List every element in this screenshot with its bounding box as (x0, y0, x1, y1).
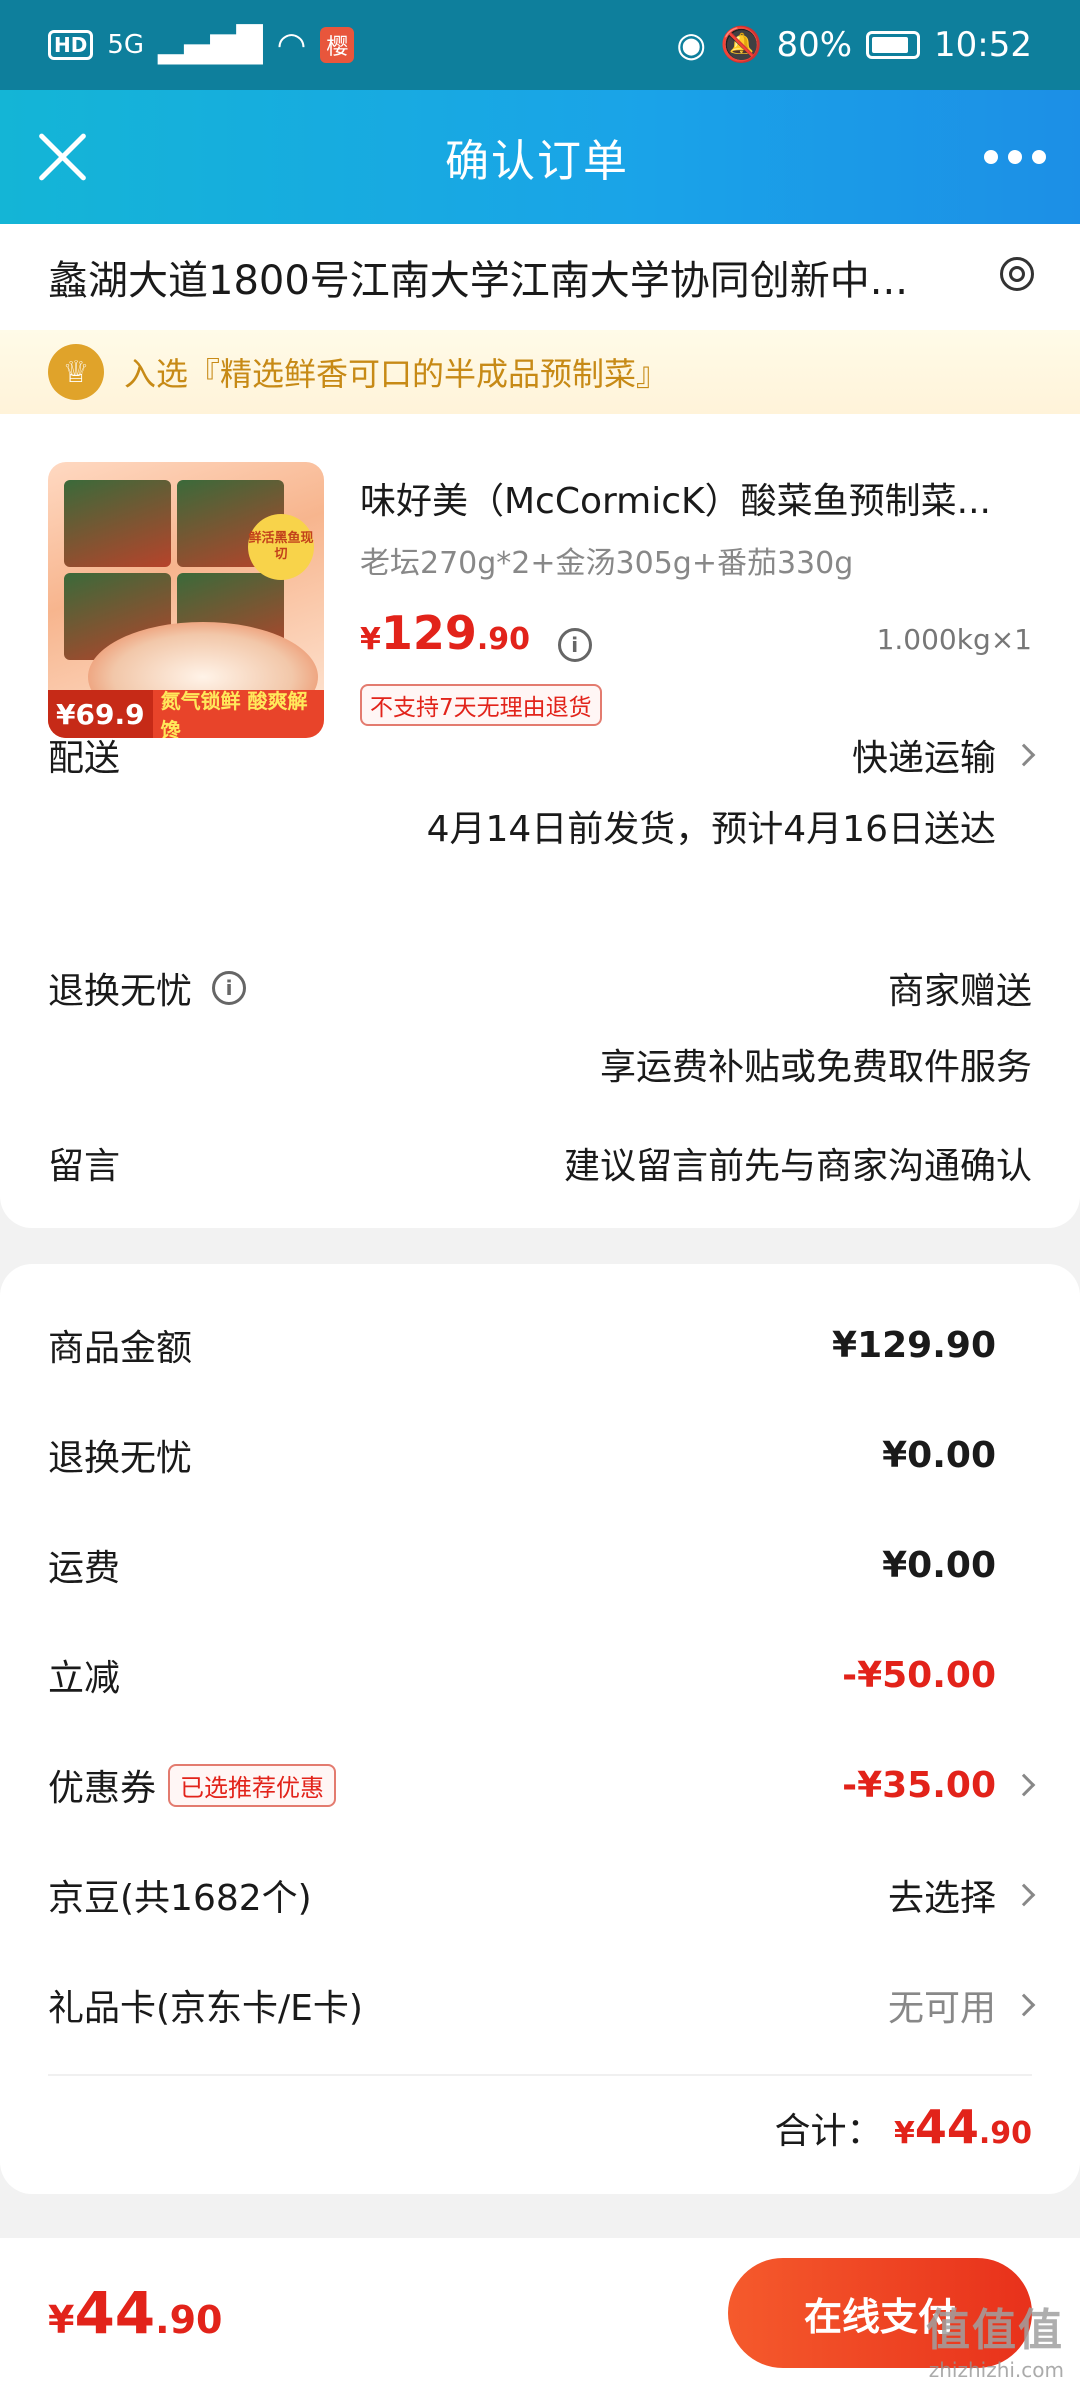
price-info-icon[interactable]: i (557, 627, 592, 662)
coupon-badge: 已选推荐优惠 (168, 1763, 337, 1807)
chevron-right-icon (1012, 1773, 1036, 1797)
jd-beans-row[interactable]: 京豆(共1682个) 去选择 (0, 1840, 1080, 1950)
network-indicator: 5G (107, 30, 145, 60)
shipping-label: 运费 (48, 1548, 121, 1589)
chevron-right-icon (1012, 743, 1036, 767)
worry-free-row[interactable]: 退换无忧 i 商家赠送 (0, 938, 1080, 1038)
worry-free-fee-row: 退换无忧 ¥0.00 (0, 1400, 1080, 1510)
worry-free-info-icon[interactable]: i (212, 971, 247, 1005)
more-options-icon[interactable] (984, 150, 1046, 164)
price-summary-card: 商品金额 ¥129.90 退换无忧 ¥0.00 运费 ¥0.00 立减 -¥50… (0, 1264, 1080, 2194)
instant-discount-value: -¥50.00 (842, 1654, 996, 1696)
wifi-icon: ◠ (276, 25, 307, 65)
battery-percent: 80% (776, 25, 853, 65)
goods-amount-label: 商品金额 (48, 1328, 193, 1369)
location-pin-icon[interactable] (996, 257, 1034, 297)
no-return-badge: 不支持7天无理由退货 (360, 683, 602, 726)
worry-free-value: 商家赠送 (887, 971, 1032, 1012)
instant-discount-row: 立减 -¥50.00 (0, 1620, 1080, 1730)
address-row[interactable]: 蠡湖大道1800号江南大学江南大学协同创新中... (0, 224, 1080, 330)
status-bar: HD 5G ▂▄▆█ ◠ 樱 ◉ 🔕 80% 10:52 (0, 0, 1080, 90)
app-notification-icon: 樱 (320, 27, 355, 63)
instant-discount-label: 立减 (48, 1658, 121, 1699)
product-item[interactable]: 鲜活黑鱼现切 ¥69.9 氮气锁鲜 酸爽解馋 味好美（McCormicK）酸菜鱼… (0, 414, 1080, 738)
navigation-bar: 确认订单 (0, 90, 1080, 224)
worry-free-fee-value: ¥0.00 (882, 1434, 996, 1476)
shipping-value: ¥0.00 (882, 1544, 996, 1586)
watermark-url: zhizhizhi.com (928, 2358, 1064, 2382)
chevron-right-icon (1012, 1883, 1036, 1907)
product-image-slogan: 氮气锁鲜 酸爽解馋 (160, 689, 308, 738)
trophy-icon: ♕ (48, 344, 104, 400)
coupon-row[interactable]: 优惠券 已选推荐优惠 -¥35.00 (0, 1730, 1080, 1840)
clock: 10:52 (934, 25, 1032, 65)
product-image-price: ¥69.9 (48, 690, 153, 738)
total-value: ¥44.90 (893, 2100, 1032, 2154)
product-title: 味好美（McCormicK）酸菜鱼预制菜... (360, 481, 991, 522)
product-image-badge: 鲜活黑鱼现切 (248, 514, 314, 580)
delivery-method: 快递运输 (851, 738, 996, 779)
message-label: 留言 (48, 1146, 121, 1187)
checkout-price: ¥44.90 (48, 2279, 223, 2347)
mute-icon: 🔕 (720, 25, 763, 65)
battery-icon (866, 31, 921, 59)
hd-indicator: HD (48, 30, 94, 60)
total-row: 合计： ¥44.90 (0, 2076, 1080, 2184)
eye-icon: ◉ (676, 25, 707, 65)
gift-card-label: 礼品卡(京东卡/E卡) (48, 1988, 363, 2029)
product-quantity: 1.000kg×1 (876, 623, 1032, 656)
message-row[interactable]: 留言 建议留言前先与商家沟通确认 (0, 1098, 1080, 1228)
total-label: 合计： (774, 2111, 883, 2152)
product-spec: 老坛270g*2+金汤305g+番茄330g (360, 546, 854, 581)
selection-banner[interactable]: ♕ 入选『精选鲜香可口的半成品预制菜』 (0, 330, 1080, 414)
gift-card-value: 无可用 (887, 1988, 996, 2029)
address-text: 蠡湖大道1800号江南大学江南大学协同创新中... (48, 258, 908, 304)
product-price: ¥129.90 (360, 606, 531, 660)
message-input[interactable]: 建议留言前先与商家沟通确认 (564, 1137, 1032, 1189)
jd-beans-label: 京豆(共1682个) (48, 1878, 312, 1919)
close-icon[interactable] (34, 129, 90, 185)
chevron-right-icon (1012, 1993, 1036, 2017)
checkout-bar: ¥44.90 在线支付 值值值 zhizhizhi.com (0, 2238, 1080, 2388)
jd-beans-value: 去选择 (887, 1878, 996, 1919)
product-image[interactable]: 鲜活黑鱼现切 ¥69.9 氮气锁鲜 酸爽解馋 (48, 462, 324, 738)
header-area: HD 5G ▂▄▆█ ◠ 樱 ◉ 🔕 80% 10:52 确认订单 (0, 0, 1080, 224)
delivery-eta: 4月14日前发货，预计4月16日送达 (426, 809, 996, 850)
gift-card-row[interactable]: 礼品卡(京东卡/E卡) 无可用 (0, 1950, 1080, 2060)
watermark: 值值值 zhizhizhi.com (926, 2294, 1064, 2382)
banner-text: 入选『精选鲜香可口的半成品预制菜』 (124, 355, 669, 393)
goods-amount-row: 商品金额 ¥129.90 (0, 1290, 1080, 1400)
coupon-label: 优惠券 (48, 1768, 157, 1809)
goods-amount-value: ¥129.90 (832, 1324, 996, 1366)
worry-free-label: 退换无忧 (48, 971, 193, 1012)
page-title: 确认订单 (445, 136, 629, 187)
order-card: 蠡湖大道1800号江南大学江南大学协同创新中... ♕ 入选『精选鲜香可口的半成… (0, 224, 1080, 1228)
signal-icon: ▂▄▆█ (158, 25, 263, 65)
watermark-logo: 值值值 (926, 2305, 1064, 2356)
coupon-value: -¥35.00 (842, 1764, 996, 1806)
worry-free-sub: 享运费补贴或免费取件服务 (599, 1047, 1032, 1088)
worry-free-fee-label: 退换无忧 (48, 1438, 193, 1479)
shipping-row: 运费 ¥0.00 (0, 1510, 1080, 1620)
